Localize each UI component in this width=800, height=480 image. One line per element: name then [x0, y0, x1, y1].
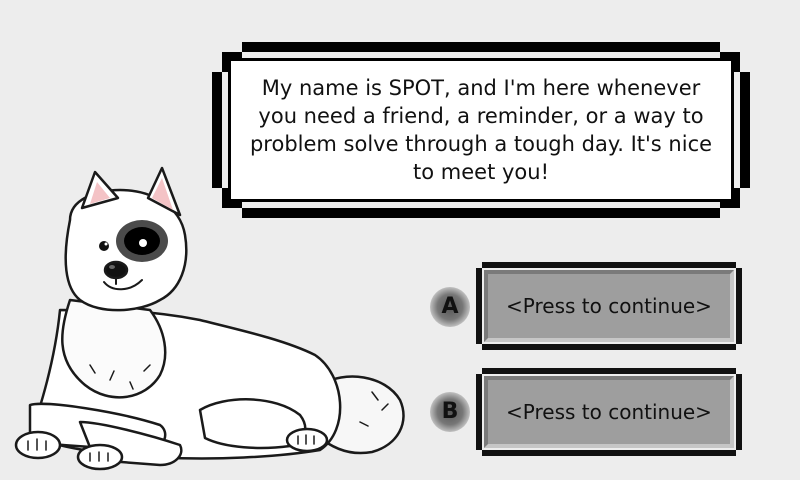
choice-b[interactable]: <Press to continue>	[476, 368, 742, 456]
choice-a[interactable]: <Press to continue>	[476, 262, 742, 350]
choice-a-letter: A	[430, 287, 470, 327]
choice-a-border-top	[482, 262, 736, 268]
dialog-border-right	[740, 72, 750, 188]
choice-a-border-bottom	[482, 344, 736, 350]
choice-a-label: <Press to continue>	[506, 294, 712, 318]
choice-b-letter: B	[430, 392, 470, 432]
choice-b-border-left	[476, 374, 482, 450]
choice-a-border-left	[476, 268, 482, 344]
choice-a-button[interactable]: <Press to continue>	[484, 270, 734, 342]
choice-a-border-right	[736, 268, 742, 344]
choice-b-border-right	[736, 374, 742, 450]
dialog-border-top	[242, 42, 720, 52]
choice-b-button[interactable]: <Press to continue>	[484, 376, 734, 448]
choice-b-border-bottom	[482, 450, 736, 456]
choice-b-label: <Press to continue>	[506, 400, 712, 424]
choice-b-border-top	[482, 368, 736, 374]
dog-character-icon	[14, 166, 405, 471]
